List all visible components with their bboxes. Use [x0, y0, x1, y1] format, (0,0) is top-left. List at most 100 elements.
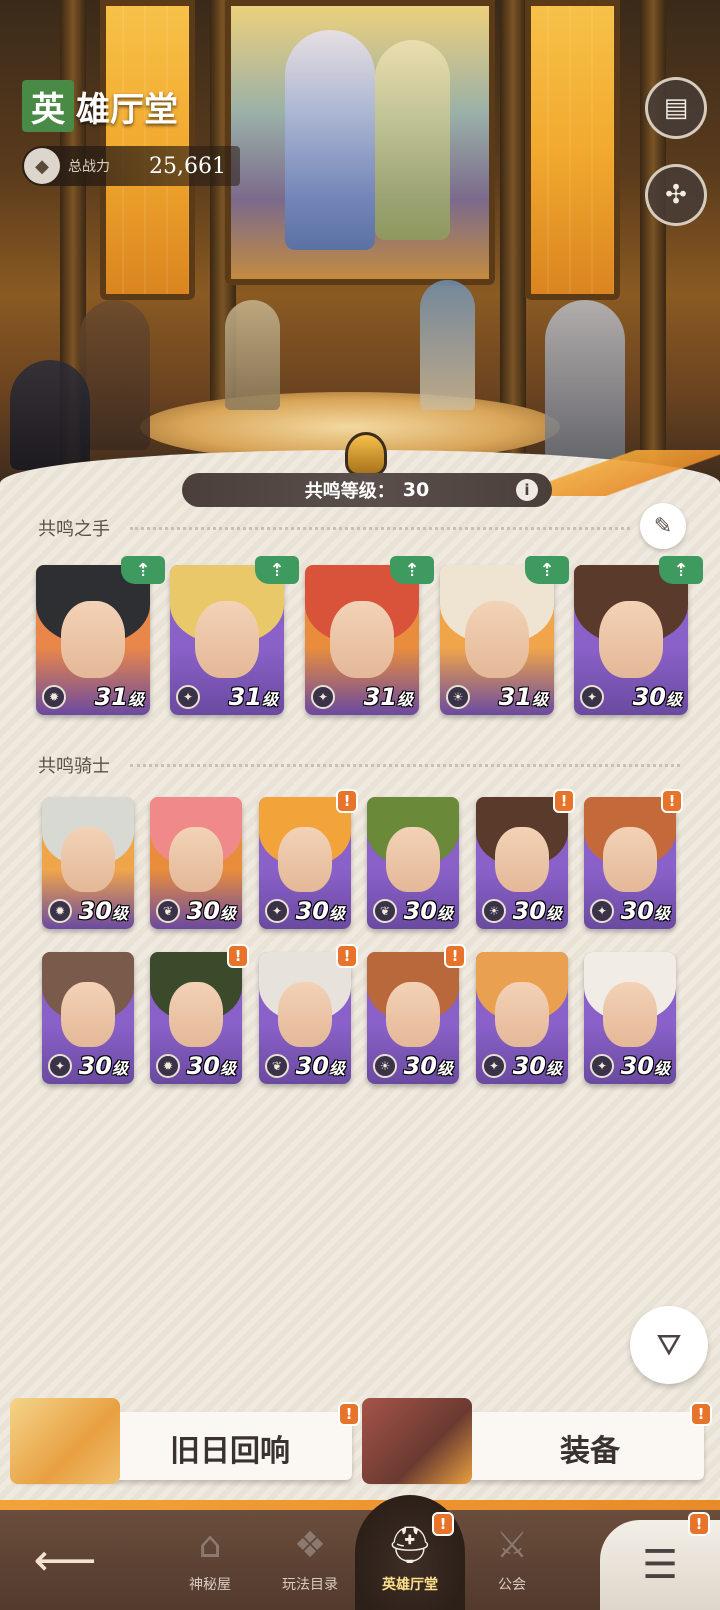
quill-button[interactable]: ✎ — [640, 503, 686, 549]
hero-portrait — [495, 827, 549, 892]
level-number: 30 — [403, 897, 437, 925]
hero-portrait — [465, 601, 529, 678]
hero-card[interactable]: ☀ 30级 — [476, 797, 568, 929]
level-number: 30 — [403, 1052, 437, 1080]
level-unit: 级 — [328, 904, 345, 923]
equipment-button[interactable]: 装备 ! — [362, 1398, 712, 1484]
hero-card[interactable]: ✦ 31级 — [305, 565, 419, 715]
nav-catalog[interactable]: ❖ 玩法目录 — [265, 1518, 355, 1598]
sun-icon: ☀ — [373, 1054, 397, 1078]
mural-figure — [285, 30, 375, 250]
hero-card[interactable]: ✦ 30级 — [574, 565, 688, 715]
guild-icon: ⚔ — [495, 1524, 529, 1566]
hero-card[interactable]: ✹ 30级 — [42, 797, 134, 929]
divider — [130, 527, 630, 530]
filter-icon: ⛛ — [656, 1327, 682, 1363]
pillar — [500, 0, 526, 470]
hero-figure — [545, 300, 625, 460]
level-number: 30 — [78, 1052, 112, 1080]
nav-mystery-house[interactable]: ⌂ 神秘屋 — [165, 1518, 255, 1598]
echo-alert-icon: ! — [338, 1402, 360, 1426]
section-title-knights: 共鸣骑士 — [38, 756, 110, 777]
hero-card[interactable]: ✹ 31级 — [36, 565, 150, 715]
hero-figure — [80, 300, 150, 450]
brain-icon: ✣ — [665, 180, 687, 210]
alert-icon: ! — [553, 789, 575, 813]
page-title: 英 雄厅堂 — [22, 80, 178, 132]
hero-level: 31级 — [95, 683, 144, 711]
hero-portrait — [195, 601, 259, 678]
hero-hall-alert-icon: ! — [432, 1512, 454, 1536]
back-arrow-icon: ⟵ — [33, 1534, 97, 1586]
brain-button[interactable]: ✣ — [645, 164, 707, 226]
menu-alert-icon: ! — [688, 1512, 710, 1536]
resonance-level-bar: 共鸣等级： 30 i — [182, 473, 552, 507]
level-unit: 级 — [261, 690, 278, 709]
hero-card[interactable]: ✦ 31级 — [170, 565, 284, 715]
gear-icon: ✹ — [48, 899, 72, 923]
hero-portrait — [278, 982, 332, 1047]
leaf-icon: ❦ — [265, 1054, 289, 1078]
power-value: 25,661 — [149, 153, 226, 179]
level-unit: 级 — [545, 904, 562, 923]
hero-card[interactable]: ✦ 30级 — [584, 952, 676, 1084]
level-number: 30 — [512, 897, 546, 925]
hero-card[interactable]: ☀ 31级 — [440, 565, 554, 715]
filter-button[interactable]: ⛛ — [630, 1306, 708, 1384]
star-icon: ✦ — [48, 1054, 72, 1078]
hero-portrait — [386, 827, 440, 892]
hero-card[interactable]: ✦ 30级 — [42, 952, 134, 1084]
hero-figure — [225, 300, 280, 410]
level-number: 30 — [632, 683, 666, 711]
hero-card[interactable]: ❦ 30级 — [367, 797, 459, 929]
hero-hall-banner — [0, 0, 720, 490]
hero-level: 30级 — [513, 1052, 562, 1080]
level-number: 30 — [295, 1052, 329, 1080]
star-icon: ✦ — [176, 685, 200, 709]
hero-card[interactable]: ✦ 30级 — [584, 797, 676, 929]
section-title-hands: 共鸣之手 — [38, 519, 110, 540]
hero-card[interactable]: ❦ 30级 — [259, 952, 351, 1084]
hero-level: 30级 — [79, 1052, 128, 1080]
book-button[interactable]: ▤ — [645, 77, 707, 139]
pillar — [640, 0, 666, 470]
level-unit: 级 — [665, 690, 682, 709]
alert-icon: ! — [336, 944, 358, 968]
level-unit: 级 — [111, 904, 128, 923]
gear-icon: ✹ — [42, 685, 66, 709]
level-unit: 级 — [396, 690, 413, 709]
back-button[interactable]: ⟵ — [30, 1534, 100, 1586]
level-unit: 级 — [219, 904, 236, 923]
nav-guild[interactable]: ⚔ 公会 — [467, 1518, 557, 1598]
hero-portrait — [61, 601, 125, 678]
level-number: 30 — [512, 1052, 546, 1080]
power-label: 总战力 — [68, 159, 110, 175]
hero-level: 30级 — [79, 897, 128, 925]
book-icon: ▤ — [663, 93, 689, 123]
level-up-icon: ⇡ — [659, 556, 703, 584]
helmet-emblem-icon — [345, 432, 387, 476]
resonance-label: 共鸣等级： — [304, 481, 395, 502]
level-number: 31 — [228, 683, 262, 711]
hero-card[interactable]: ✦ 30级 — [259, 797, 351, 929]
nav-label: 英雄厅堂 — [382, 1577, 438, 1593]
hero-card[interactable]: ❦ 30级 — [150, 797, 242, 929]
hero-portrait — [495, 982, 549, 1047]
hero-level: 30级 — [296, 897, 345, 925]
power-icon: ◆ — [24, 148, 60, 184]
info-icon[interactable]: i — [516, 479, 538, 501]
hero-portrait — [386, 982, 440, 1047]
hero-card[interactable]: ✦ 30级 — [476, 952, 568, 1084]
level-unit: 级 — [127, 690, 144, 709]
hero-level: 30级 — [633, 683, 682, 711]
equipment-art — [362, 1398, 472, 1484]
level-number: 30 — [295, 897, 329, 925]
hero-card[interactable]: ✹ 30级 — [150, 952, 242, 1084]
star-icon: ✦ — [482, 1054, 506, 1078]
quill-icon: ✎ — [653, 513, 673, 539]
hero-level: 31级 — [499, 683, 548, 711]
sun-icon: ☀ — [482, 899, 506, 923]
title-first-char: 英 — [22, 80, 74, 132]
hero-card[interactable]: ☀ 30级 — [367, 952, 459, 1084]
echo-button[interactable]: 旧日回响 ! — [10, 1398, 360, 1484]
